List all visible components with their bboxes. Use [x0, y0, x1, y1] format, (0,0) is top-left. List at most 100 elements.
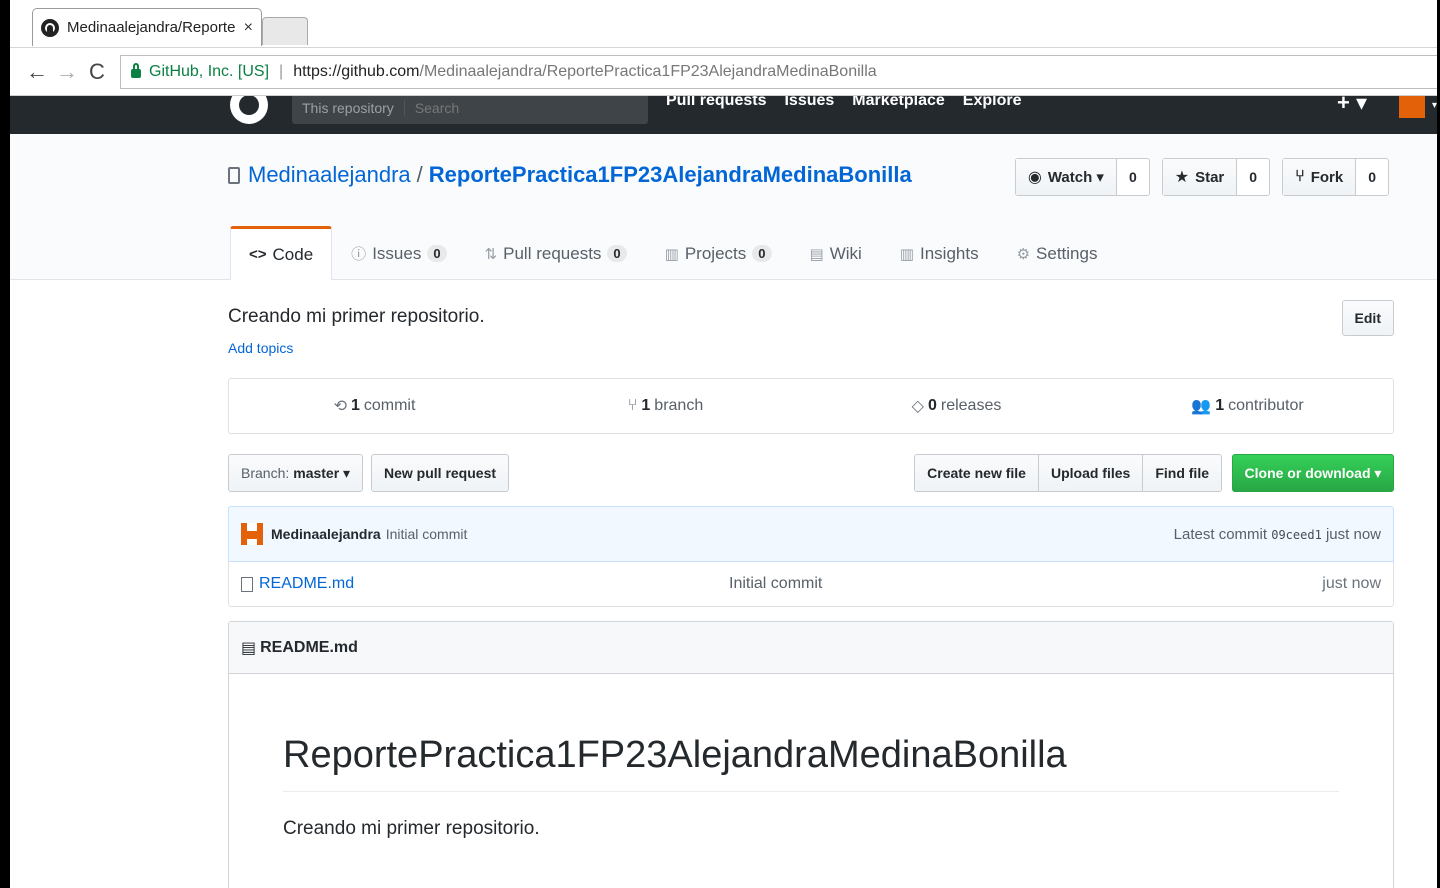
watch-count[interactable]: 0: [1117, 159, 1149, 195]
commit-tease: Medinaalejandra Initial commit Latest co…: [228, 506, 1394, 562]
file-navigation: Branch: master ▾ New pull request Create …: [228, 454, 1394, 492]
reload-icon[interactable]: C: [82, 59, 112, 85]
new-pull-request-button[interactable]: New pull request: [371, 454, 510, 492]
project-icon: ▥: [664, 245, 679, 263]
gear-icon: ⚙: [1016, 245, 1031, 263]
file-commit-message-link[interactable]: Initial commit: [729, 575, 1322, 593]
header-search[interactable]: This repository Search: [292, 96, 648, 124]
fork-button[interactable]: ⑂ Fork: [1283, 159, 1357, 195]
browser-tab[interactable]: Medinaalejandra/Reporte ×: [32, 8, 262, 46]
header-nav-marketplace[interactable]: Marketplace: [852, 96, 945, 110]
star-icon: ★: [1174, 169, 1190, 186]
watch-button[interactable]: ◉ Watch ▾: [1015, 159, 1117, 195]
url-separator: |: [279, 62, 284, 80]
repo-title: Medinaalejandra / ReportePractica1FP23Al…: [228, 162, 912, 188]
readme-header: ▤ README.md: [229, 622, 1393, 674]
tag-icon: ◇: [911, 398, 924, 415]
fork-label: Fork: [1310, 168, 1344, 186]
file-name-link[interactable]: README.md: [259, 575, 729, 593]
branches-link[interactable]: ⑂ 1 branch: [520, 379, 811, 433]
clone-or-download-button[interactable]: Clone or download ▾: [1232, 454, 1394, 492]
graph-icon: ▥: [899, 245, 914, 263]
tab-wiki[interactable]: ▤ Wiki: [791, 226, 881, 280]
projects-counter: 0: [752, 245, 772, 262]
file-actions: Create new file Upload files Find file: [914, 454, 1222, 492]
header-nav-pull-requests[interactable]: Pull requests: [666, 96, 766, 110]
commits-link[interactable]: ⟲ 1 commit: [229, 379, 520, 433]
repo-name-link[interactable]: ReportePractica1FP23AlejandraMedinaBonil…: [429, 162, 912, 188]
tab-code-label: Code: [272, 244, 314, 264]
search-input[interactable]: Search: [405, 100, 459, 116]
header-nav-issues[interactable]: Issues: [784, 96, 834, 110]
cert-org: GitHub, Inc. [US]: [149, 62, 270, 80]
branch-select-button[interactable]: Branch: master ▾: [228, 454, 364, 492]
tab-close-icon[interactable]: ×: [244, 19, 253, 37]
commits-count: 1: [350, 397, 360, 414]
issue-icon: ⓘ: [351, 246, 367, 263]
header-nav-explore[interactable]: Explore: [963, 96, 1022, 110]
branch-prefix: Branch:: [241, 465, 290, 481]
commit-message-link[interactable]: Initial commit: [386, 526, 468, 542]
book-icon: ▤: [241, 639, 257, 657]
tab-pull-requests[interactable]: ⇅ Pull requests 0: [466, 226, 646, 280]
branches-label: branch: [654, 397, 704, 414]
pulls-counter: 0: [607, 245, 627, 262]
repo-owner-link[interactable]: Medinaalejandra: [248, 162, 411, 188]
tab-insights[interactable]: ▥ Insights: [881, 226, 998, 280]
star-label: Star: [1195, 168, 1225, 186]
file-age: just now: [1322, 575, 1381, 592]
issues-counter: 0: [427, 245, 447, 262]
fork-group: ⑂ Fork 0: [1282, 158, 1389, 196]
commit-sha-link[interactable]: 09ceed1: [1271, 528, 1322, 542]
branches-count: 1: [641, 397, 651, 414]
tab-projects[interactable]: ▥ Projects 0: [646, 226, 791, 280]
star-count[interactable]: 0: [1237, 159, 1269, 195]
tab-wiki-label: Wiki: [829, 243, 862, 263]
readme-paragraph: Creando mi primer repositorio.: [283, 818, 540, 839]
tab-settings[interactable]: ⚙ Settings: [998, 226, 1117, 280]
user-avatar[interactable]: [1399, 96, 1425, 118]
repo-icon: [228, 166, 240, 184]
commit-author-link[interactable]: Medinaalejandra: [271, 526, 381, 542]
commits-label: commit: [363, 397, 416, 414]
tab-issues[interactable]: ⓘ Issues 0: [332, 226, 465, 280]
add-topics-link[interactable]: Add topics: [228, 340, 1394, 356]
readme-box: ▤ README.md ReportePractica1FP23Alejandra…: [228, 621, 1394, 888]
fork-count[interactable]: 0: [1356, 159, 1388, 195]
star-group: ★ Star 0: [1161, 158, 1271, 196]
tab-issues-label: Issues: [372, 243, 422, 263]
branch-name: master ▾: [293, 464, 351, 481]
edit-button[interactable]: Edit: [1341, 300, 1394, 336]
readme-body: ReportePractica1FP23AlejandraMedinaBonil…: [229, 674, 1393, 840]
tab-pulls-label: Pull requests: [503, 243, 602, 263]
lock-icon: [131, 63, 141, 78]
github-logo-icon[interactable]: [230, 96, 268, 124]
forward-arrow-icon[interactable]: →: [52, 59, 82, 85]
author-avatar[interactable]: [241, 523, 263, 545]
new-tab-button[interactable]: [262, 17, 308, 45]
readme-heading: ReportePractica1FP23AlejandraMedinaBonil…: [283, 734, 1339, 792]
pull-request-icon: ⇅: [484, 245, 498, 263]
releases-count: 0: [927, 397, 937, 414]
file-icon: [241, 576, 253, 592]
watch-label: Watch ▾: [1047, 169, 1104, 186]
find-file-button[interactable]: Find file: [1143, 455, 1221, 491]
numbers-summary: ⟲ 1 commit ⑂ 1 branch ◇ 0 releases 👥 1 contribut…: [228, 378, 1394, 434]
address-bar: ← → C GitHub, Inc. [US] | https://github…: [10, 48, 1437, 96]
repo-slash: /: [416, 162, 423, 187]
latest-commit-label: Latest commit: [1173, 525, 1268, 543]
back-arrow-icon[interactable]: ←: [22, 59, 52, 85]
create-new-file-button[interactable]: Create new file: [915, 455, 1039, 491]
releases-link[interactable]: ◇ 0 releases: [811, 379, 1102, 433]
star-button[interactable]: ★ Star: [1162, 159, 1238, 195]
browser-tabbar: Medinaalejandra/Reporte ×: [10, 0, 1437, 48]
search-scope: This repository: [292, 100, 405, 116]
upload-files-button[interactable]: Upload files: [1038, 455, 1144, 491]
plus-menu-icon[interactable]: + ▾: [1337, 96, 1367, 116]
url-input[interactable]: GitHub, Inc. [US] | https://github.com/M…: [120, 54, 1437, 89]
contributors-count: 1: [1215, 397, 1225, 414]
contributors-link[interactable]: 👥 1 contributor: [1102, 379, 1393, 433]
repo-header: Medinaalejandra / ReportePractica1FP23Al…: [10, 134, 1437, 280]
eye-icon: ◉: [1027, 169, 1042, 186]
tab-code[interactable]: <> Code: [230, 226, 333, 280]
